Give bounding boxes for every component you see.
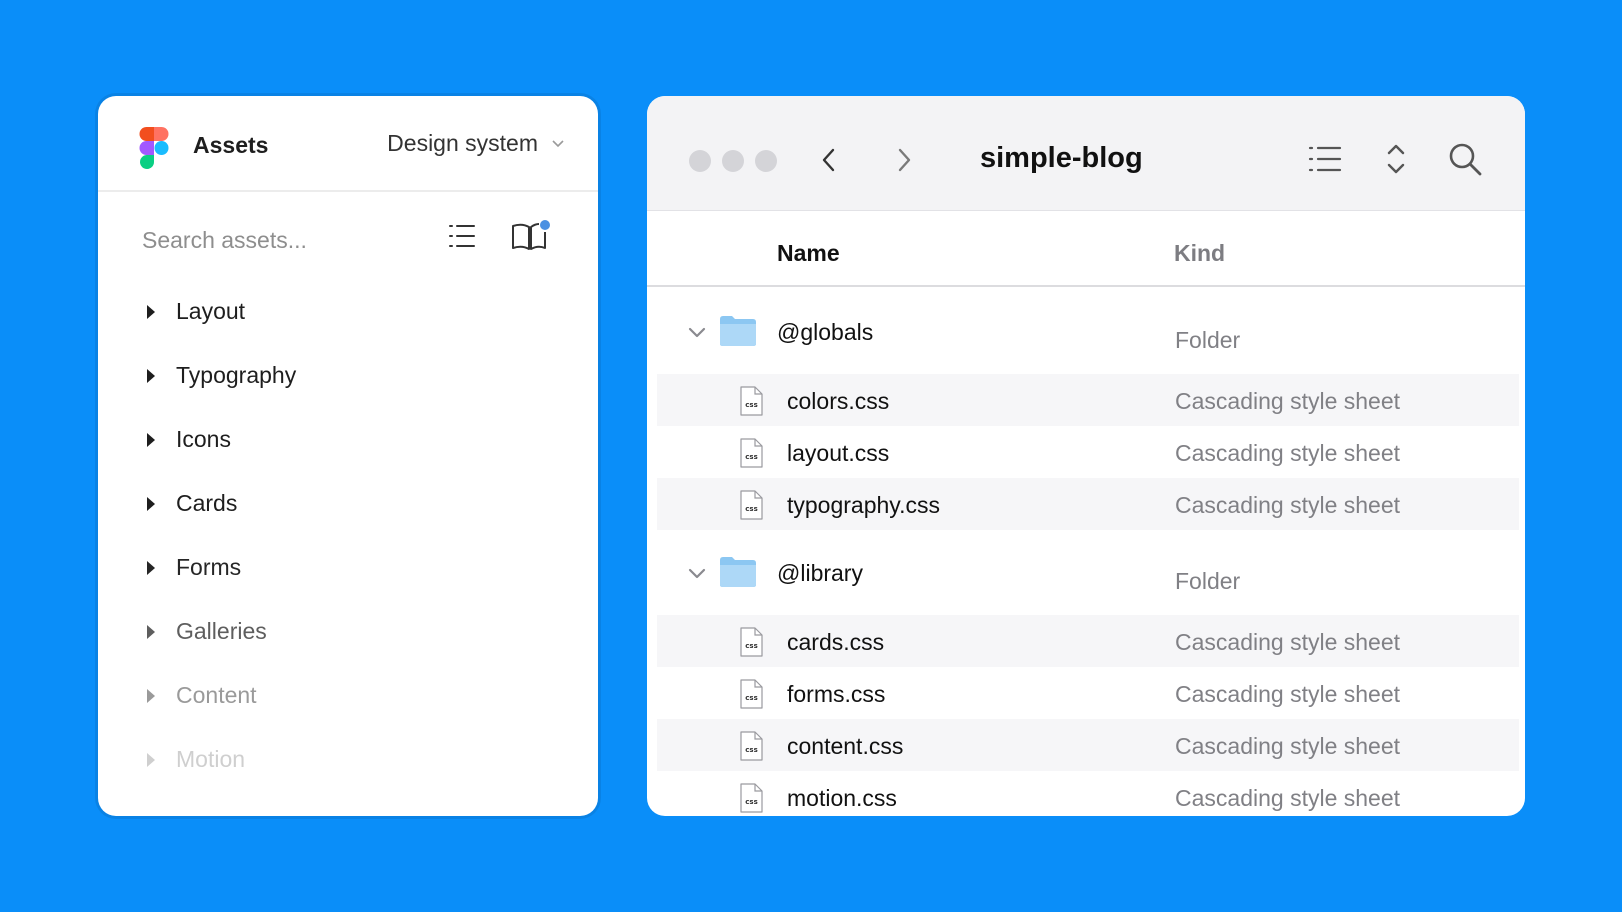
file-row[interactable]: css layout.css Cascading style sheet	[647, 426, 1525, 478]
asset-section-galleries[interactable]: Galleries	[98, 616, 598, 680]
folder-kind: Folder	[1175, 568, 1241, 594]
caret-right-icon	[147, 433, 155, 447]
search-icon[interactable]	[1447, 141, 1483, 177]
css-file-icon: css	[740, 679, 763, 709]
back-chevron-icon[interactable]	[815, 144, 843, 176]
css-file-icon: css	[740, 783, 763, 813]
file-kind: Cascading style sheet	[1175, 785, 1401, 811]
folder-name: @library	[777, 560, 863, 586]
folder-kind: Folder	[1175, 327, 1241, 353]
file-kind: Cascading style sheet	[1175, 388, 1401, 414]
css-file-badge: css	[745, 401, 757, 409]
file-name: content.css	[787, 733, 904, 759]
css-file-icon: css	[740, 731, 763, 761]
css-file-badge: css	[745, 798, 757, 806]
asset-section-label: Cards	[176, 490, 238, 516]
assets-title: Assets	[193, 132, 269, 158]
folder-name: @globals	[777, 319, 874, 345]
file-name: cards.css	[787, 629, 885, 655]
folder-icon	[720, 316, 756, 346]
list-view-icon[interactable]	[448, 222, 476, 250]
css-file-badge: css	[745, 746, 757, 754]
css-file-icon: css	[740, 490, 763, 520]
file-row[interactable]: css forms.css Cascading style sheet	[647, 667, 1525, 719]
caret-right-icon	[147, 753, 155, 767]
assets-panel: Assets Design system Layout Typography Ico…	[98, 96, 598, 816]
file-name: motion.css	[787, 785, 897, 811]
css-file-icon: css	[740, 386, 763, 416]
asset-section-typography[interactable]: Typography	[98, 360, 598, 424]
asset-section-label: Content	[176, 682, 257, 708]
search-input[interactable]	[142, 220, 402, 260]
column-header-kind[interactable]: Kind	[1174, 240, 1225, 267]
library-dropdown[interactable]: Design system	[387, 130, 564, 157]
file-row[interactable]: css motion.css Cascading style sheet	[647, 771, 1525, 816]
asset-section-label: Motion	[176, 746, 246, 772]
file-row[interactable]: css cards.css Cascading style sheet	[647, 615, 1525, 667]
caret-right-icon	[147, 369, 155, 383]
asset-section-forms[interactable]: Forms	[98, 552, 598, 616]
folder-row[interactable]: @library Folder	[647, 530, 1525, 615]
file-row[interactable]: css colors.css Cascading style sheet	[647, 374, 1525, 426]
css-file-badge: css	[745, 694, 757, 702]
asset-section-label: Forms	[176, 554, 242, 580]
asset-section-motion[interactable]: Motion	[98, 744, 598, 808]
file-kind: Cascading style sheet	[1175, 733, 1401, 759]
close-window-button[interactable]	[689, 150, 711, 172]
file-kind: Cascading style sheet	[1175, 492, 1401, 518]
list-view-icon[interactable]	[1308, 144, 1342, 174]
file-name: forms.css	[787, 681, 886, 707]
asset-section-icons[interactable]: Icons	[98, 424, 598, 488]
caret-right-icon	[147, 689, 155, 703]
asset-section-label: Icons	[176, 426, 231, 452]
asset-section-label: Galleries	[176, 618, 267, 644]
sort-icon[interactable]	[1385, 142, 1407, 176]
search-row	[98, 192, 598, 296]
css-file-badge: css	[745, 453, 757, 461]
window-title: simple-blog	[980, 142, 1143, 174]
chevron-down-icon	[552, 139, 564, 147]
file-kind: Cascading style sheet	[1175, 440, 1401, 466]
css-file-icon: css	[740, 438, 763, 468]
file-name: typography.css	[787, 492, 940, 518]
assets-header: Assets Design system	[98, 96, 598, 192]
caret-right-icon	[147, 305, 155, 319]
file-name: layout.css	[787, 440, 890, 466]
asset-section-label: Typography	[176, 362, 297, 388]
chevron-down-icon[interactable]	[688, 327, 706, 339]
caret-right-icon	[147, 625, 155, 639]
asset-sections-list: Layout Typography Icons Cards Forms Galleries…	[98, 296, 598, 808]
file-name: colors.css	[787, 388, 890, 414]
library-book-icon[interactable]	[510, 220, 552, 252]
column-header-name[interactable]: Name	[777, 240, 840, 267]
file-kind: Cascading style sheet	[1175, 629, 1401, 655]
finder-window: simple-blog Name Kind @globals Folder css c…	[647, 96, 1525, 816]
chevron-down-icon[interactable]	[688, 568, 706, 580]
caret-right-icon	[147, 497, 155, 511]
css-file-badge: css	[745, 505, 757, 513]
column-header-row: Name Kind	[647, 211, 1525, 287]
folder-icon	[720, 557, 756, 587]
minimize-window-button[interactable]	[722, 150, 744, 172]
file-row[interactable]: css typography.css Cascading style sheet	[647, 478, 1525, 530]
forward-chevron-icon[interactable]	[890, 144, 918, 176]
file-kind: Cascading style sheet	[1175, 681, 1401, 707]
file-list: @globals Folder css colors.css Cascading sty…	[647, 289, 1525, 816]
figma-logo	[139, 127, 169, 169]
asset-section-label: Layout	[176, 298, 246, 324]
zoom-window-button[interactable]	[755, 150, 777, 172]
asset-section-layout[interactable]: Layout	[98, 296, 598, 360]
css-file-icon: css	[740, 627, 763, 657]
asset-section-content[interactable]: Content	[98, 680, 598, 744]
asset-section-cards[interactable]: Cards	[98, 488, 598, 552]
window-toolbar: simple-blog	[647, 96, 1525, 211]
library-dropdown-label: Design system	[387, 130, 538, 156]
css-file-badge: css	[745, 642, 757, 650]
file-row[interactable]: css content.css Cascading style sheet	[647, 719, 1525, 771]
folder-row[interactable]: @globals Folder	[647, 289, 1525, 374]
caret-right-icon	[147, 561, 155, 575]
